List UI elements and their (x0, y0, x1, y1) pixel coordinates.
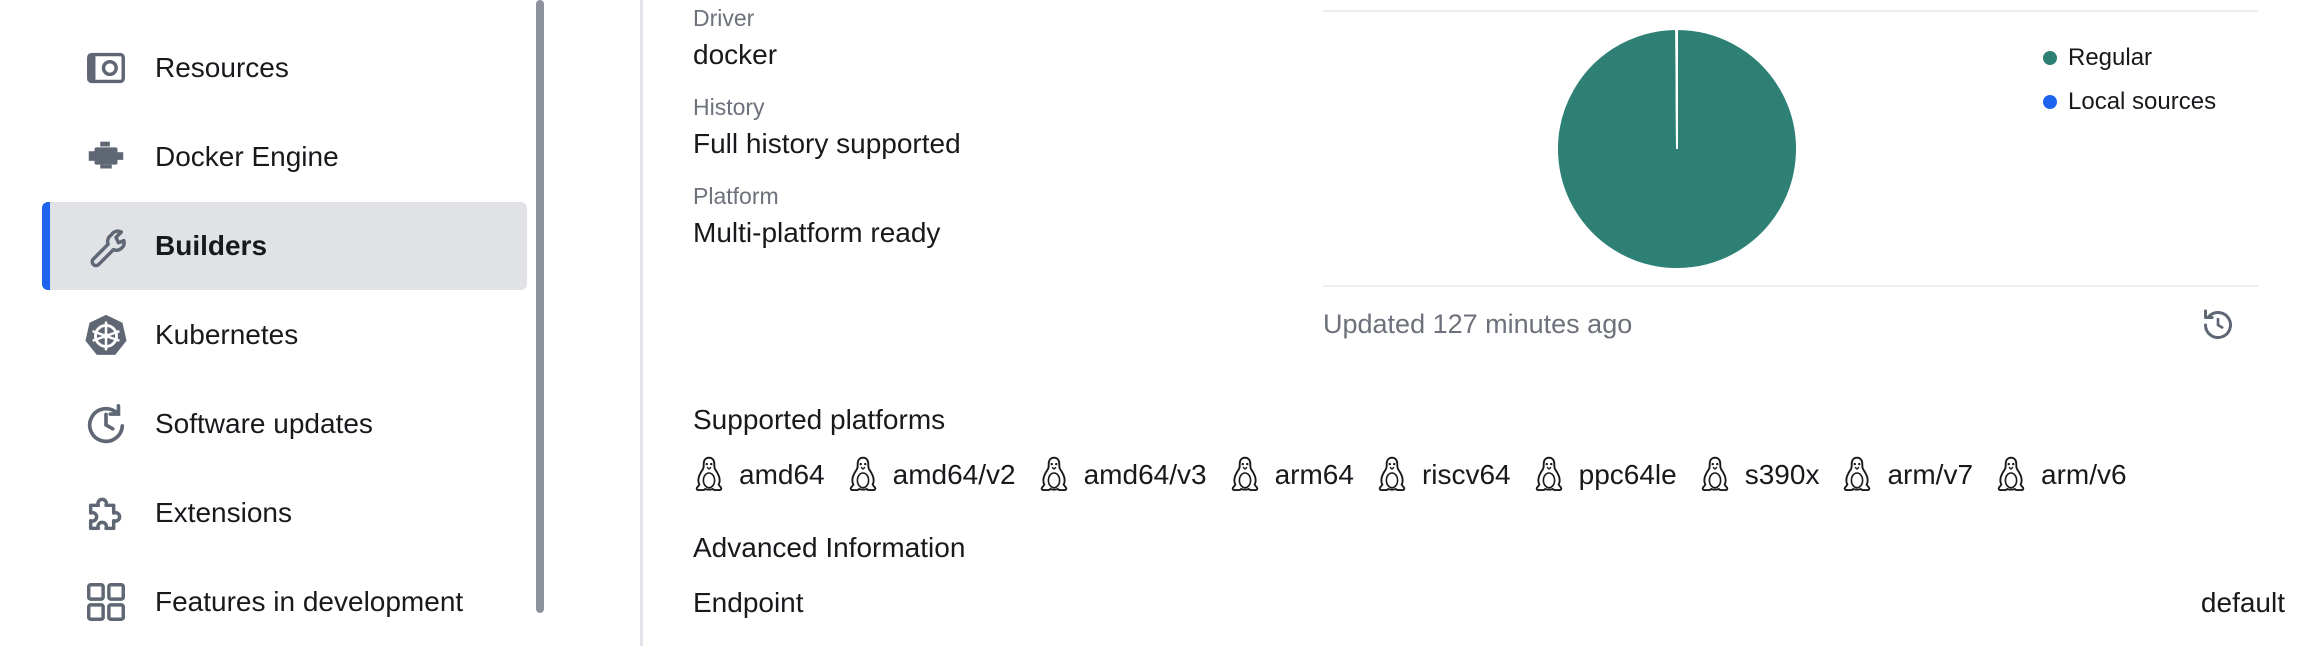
linux-icon (1997, 456, 2025, 491)
history-label: History (693, 94, 765, 120)
platform-label: amd64/v2 (892, 459, 1016, 490)
legend-item-local-sources: Local sources (2043, 88, 2216, 116)
linux-icon (695, 456, 723, 491)
clock-update-icon (82, 400, 130, 448)
legend-label: Local sources (2068, 88, 2217, 115)
platform-label: amd64 (739, 459, 825, 490)
sidebar-item-label: Docker Engine (155, 141, 339, 172)
driver-value: docker (693, 39, 778, 70)
driver-label: Driver (693, 5, 755, 31)
platform-label: amd64/v3 (1083, 459, 1207, 490)
sidebar-item-label: Builders (155, 230, 268, 261)
sidebar-item-label: Kubernetes (155, 319, 299, 350)
advanced-information-title: Advanced Information (693, 532, 966, 563)
platform-item: s390x (1699, 455, 1820, 495)
settings-sidebar: Resources Docker Engine Builders Kuberne… (0, 0, 544, 646)
wrench-icon (82, 222, 130, 270)
platform-label: arm64 (1274, 459, 1354, 490)
linux-icon (1378, 456, 1406, 491)
sidebar-scrollbar[interactable] (536, 0, 544, 613)
chart-top-rule (1323, 10, 2258, 12)
platform-label: ppc64le (1578, 459, 1677, 490)
sidebar-item-label: Software updates (155, 408, 373, 439)
refresh-icon (2204, 309, 2232, 339)
platform-item: amd64/v3 (1038, 455, 1207, 495)
platform-item: arm64 (1229, 455, 1354, 495)
legend-item-regular: Regular (2043, 44, 2152, 72)
linux-icon (1535, 456, 1562, 491)
endpoint-label: Endpoint (693, 587, 804, 618)
updated-timestamp: Updated 127 minutes ago (1323, 309, 1633, 339)
platform-list: amd64 amd64/v2 amd64/v3 arm64 riscv64 ppc64le… (693, 455, 2149, 495)
resources-icon (82, 44, 130, 92)
platform-label: riscv64 (1421, 459, 1511, 490)
platform-item: ppc64le (1533, 455, 1677, 495)
platform-item: amd64 (693, 455, 825, 495)
linux-icon (849, 456, 876, 491)
platform-label: s390x (1744, 459, 1820, 490)
legend-dot-local-sources (2043, 95, 2057, 109)
platform-value: Multi-platform ready (693, 217, 941, 248)
platform-item: arm/v7 (1841, 455, 1973, 495)
linux-icon (1701, 456, 1728, 491)
sidebar-item-extensions[interactable]: Extensions (42, 469, 527, 557)
grid-icon (82, 578, 130, 626)
platform-item: riscv64 (1376, 455, 1511, 495)
chart-bottom-rule (1323, 285, 2258, 287)
legend-dot-regular (2043, 51, 2057, 65)
platform-label: arm/v6 (2041, 459, 2127, 490)
sidebar-item-kubernetes[interactable]: Kubernetes (42, 291, 527, 379)
history-value: Full history supported (693, 128, 961, 159)
pie-slice-local-sources (1675, 27, 1678, 150)
platform-label: Platform (693, 183, 779, 209)
sidebar-item-label: Extensions (155, 497, 292, 528)
linux-icon (1040, 456, 1067, 491)
sidebar-item-label: Resources (155, 52, 289, 83)
platform-item: amd64/v2 (847, 455, 1016, 495)
kubernetes-icon (82, 311, 130, 359)
sidebar-item-resources[interactable]: Resources (42, 24, 527, 112)
builder-details: Driver docker History Full history suppo… (643, 0, 2305, 646)
usage-pie-chart (1552, 24, 1802, 274)
sidebar-item-label: Features in development (155, 586, 464, 617)
sidebar-item-software-updates[interactable]: Software updates (42, 380, 527, 468)
puzzle-icon (82, 489, 130, 537)
linux-icon (1231, 456, 1258, 491)
legend-label: Regular (2068, 44, 2153, 71)
linux-icon (1844, 456, 1871, 491)
sidebar-item-docker-engine[interactable]: Docker Engine (42, 113, 527, 201)
pie-svg (1556, 27, 1798, 270)
sidebar-item-features-in-development[interactable]: Features in development (42, 558, 527, 646)
platform-label: arm/v7 (1887, 459, 1974, 490)
endpoint-value: default (2200, 587, 2285, 618)
engine-icon (82, 133, 130, 181)
sidebar-item-builders[interactable]: Builders (42, 202, 527, 290)
supported-platforms-title: Supported platforms (693, 404, 946, 435)
refresh-button[interactable] (2196, 303, 2240, 347)
platform-item: arm/v6 (1995, 455, 2127, 495)
